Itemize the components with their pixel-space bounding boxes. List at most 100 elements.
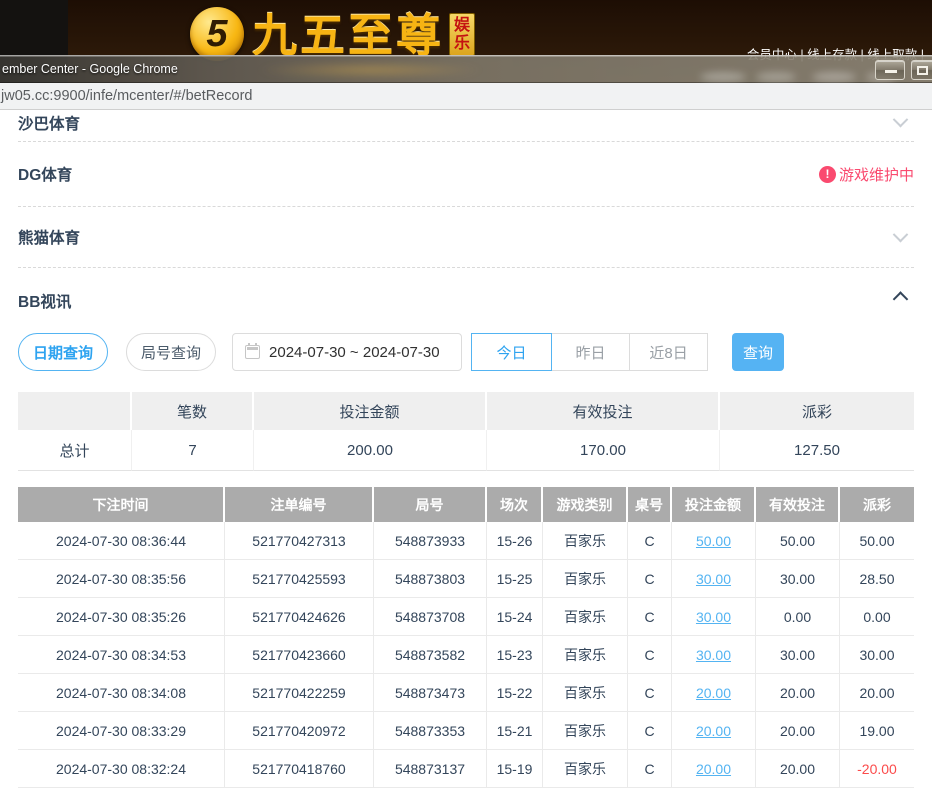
logo-coin-icon: 5 [190,7,244,61]
table-cell: 15-24 [487,598,543,636]
table-cell: 百家乐 [543,750,628,788]
table-cell: 30.00 [840,636,914,674]
bet-amount-link[interactable]: 30.00 [696,609,731,625]
search-button[interactable]: 查询 [732,333,784,371]
table-cell: 15-26 [487,522,543,560]
section-shaba-sports[interactable]: 沙巴体育 [18,110,914,142]
section-label: BB视讯 [18,290,71,312]
table-cell: 15-25 [487,560,543,598]
bet-record-table: 下注时间注单编号局号场次游戏类别桌号投注金额有效投注派彩2024-07-30 0… [18,487,914,788]
table-cell: 20.00 [672,750,756,788]
table-header-cell: 注单编号 [225,487,374,522]
table-cell: 20.00 [756,712,840,750]
table-header-cell: 游戏类别 [543,487,628,522]
section-label: 沙巴体育 [18,112,80,134]
table-cell: 548873582 [374,636,487,674]
section-label: 熊猫体育 [18,226,80,248]
summary-cell: 总计 [18,430,132,471]
table-cell: 30.00 [672,636,756,674]
logo-badge: 娱乐 [449,13,475,56]
summary-header-cell: 笔数 [132,392,254,430]
table-cell: 28.50 [840,560,914,598]
table-cell: 百家乐 [543,712,628,750]
table-cell: 2024-07-30 08:34:53 [18,636,225,674]
table-cell: 30.00 [756,560,840,598]
chevron-down-icon [893,226,909,242]
bet-amount-link[interactable]: 30.00 [696,647,731,663]
table-cell: 0.00 [840,598,914,636]
bet-amount-link[interactable]: 50.00 [696,533,731,549]
table-cell: 20.00 [672,712,756,750]
table-header-cell: 桌号 [628,487,672,522]
minimize-button[interactable] [875,60,905,80]
exclamation-icon: ! [819,166,836,183]
filter-toolbar: 日期查询 局号查询 2024-07-30 ~ 2024-07-30 今日 昨日 … [18,333,914,371]
yesterday-button[interactable]: 昨日 [551,333,630,371]
window-titlebar: ember Center - Google Chrome [0,55,932,83]
table-cell: -20.00 [840,750,914,788]
summary-header-cell: 派彩 [720,392,914,430]
table-cell: 20.00 [672,674,756,712]
table-cell: 15-22 [487,674,543,712]
table-cell: 百家乐 [543,522,628,560]
table-header-cell: 投注金额 [672,487,756,522]
table-cell: 548873353 [374,712,487,750]
summary-cell: 200.00 [254,430,487,471]
table-cell: C [628,636,672,674]
table-cell: 521770427313 [225,522,374,560]
date-range-value: 2024-07-30 ~ 2024-07-30 [269,344,440,361]
table-cell: C [628,674,672,712]
table-cell: 20.00 [756,674,840,712]
maximize-button[interactable] [911,60,932,80]
table-cell: 2024-07-30 08:34:08 [18,674,225,712]
date-query-tab[interactable]: 日期查询 [18,333,108,371]
bet-amount-link[interactable]: 20.00 [696,723,731,739]
table-cell: 521770425593 [225,560,374,598]
logo-badge-text: 娱乐 [454,17,470,52]
table-cell: C [628,712,672,750]
table-cell: 2024-07-30 08:35:56 [18,560,225,598]
glass-blur-blob [700,72,746,82]
table-cell: 15-23 [487,636,543,674]
glass-blur-blob [812,72,856,82]
table-header-cell: 派彩 [840,487,914,522]
table-cell: 30.00 [756,636,840,674]
table-cell: 548873137 [374,750,487,788]
table-cell: 百家乐 [543,636,628,674]
section-panda-sports[interactable]: 熊猫体育 [18,207,914,268]
summary-cell: 7 [132,430,254,471]
bet-amount-link[interactable]: 20.00 [696,761,731,777]
table-cell: 15-21 [487,712,543,750]
section-dg-sports[interactable]: DG体育 ! 游戏维护中 [18,142,914,207]
table-cell: 19.00 [840,712,914,750]
table-header-cell: 场次 [487,487,543,522]
table-cell: 548873933 [374,522,487,560]
chevron-down-icon [893,112,909,128]
table-cell: C [628,598,672,636]
maintenance-text: 游戏维护中 [839,164,914,185]
table-cell: 百家乐 [543,598,628,636]
table-cell: 50.00 [756,522,840,560]
bet-amount-link[interactable]: 30.00 [696,571,731,587]
table-cell: 2024-07-30 08:35:26 [18,598,225,636]
last8days-button[interactable]: 近8日 [629,333,708,371]
table-cell: 2024-07-30 08:36:44 [18,522,225,560]
section-bb-video[interactable]: BB视讯 [18,268,914,333]
table-cell: 521770418760 [225,750,374,788]
table-header-cell: 有效投注 [756,487,840,522]
round-query-tab[interactable]: 局号查询 [126,333,216,371]
today-button[interactable]: 今日 [471,333,552,371]
table-cell: 521770422259 [225,674,374,712]
table-cell: 521770423660 [225,636,374,674]
table-cell: 50.00 [672,522,756,560]
table-cell: 521770424626 [225,598,374,636]
bet-amount-link[interactable]: 20.00 [696,685,731,701]
url-text: jw05.cc:9900/infe/mcenter/#/betRecord [0,88,252,104]
date-range-input[interactable]: 2024-07-30 ~ 2024-07-30 [232,333,462,371]
table-cell: 2024-07-30 08:32:24 [18,750,225,788]
address-bar[interactable]: jw05.cc:9900/infe/mcenter/#/betRecord [0,83,932,110]
table-cell: 20.00 [840,674,914,712]
table-cell: 30.00 [672,560,756,598]
glass-blur-blob [756,72,796,82]
maximize-icon [917,66,928,75]
